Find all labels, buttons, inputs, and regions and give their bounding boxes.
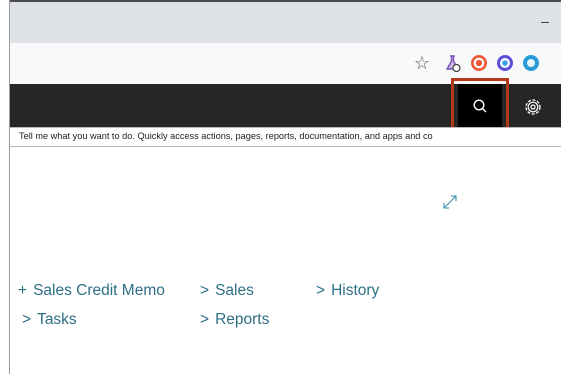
action-label: Sales Credit Memo: [33, 282, 165, 299]
action-label: Tasks: [37, 311, 77, 328]
action-label: Sales: [215, 282, 254, 299]
action-reports[interactable]: > Reports: [200, 311, 269, 329]
browser-titlebar: [10, 2, 561, 42]
search-hint-bar[interactable]: Tell me what you want to do. Quickly acc…: [10, 127, 561, 147]
swirl-extension-icon[interactable]: [496, 54, 514, 72]
target-extension-icon[interactable]: [470, 54, 488, 72]
blue-extension-icon[interactable]: [522, 54, 540, 72]
chevron-right-icon: >: [22, 311, 32, 328]
chevron-right-icon: >: [200, 282, 210, 299]
expand-icon[interactable]: [441, 193, 459, 211]
gear-icon: [525, 99, 541, 115]
search-highlight-box: [451, 78, 509, 132]
plus-icon: +: [18, 282, 28, 299]
search-hint-text: Tell me what you want to do. Quickly acc…: [19, 131, 433, 141]
star-icon[interactable]: ☆: [411, 52, 433, 74]
minimize-button[interactable]: –: [535, 12, 555, 32]
chevron-right-icon: >: [316, 282, 326, 299]
action-label: Reports: [215, 311, 270, 328]
flask-extension-icon[interactable]: [444, 54, 462, 72]
action-sales[interactable]: > Sales: [200, 282, 254, 300]
settings-button[interactable]: [518, 86, 550, 126]
chevron-right-icon: >: [200, 311, 210, 328]
action-sales-credit-memo[interactable]: + Sales Credit Memo: [18, 282, 165, 300]
action-label: History: [331, 282, 380, 299]
action-tasks[interactable]: > Tasks: [22, 311, 77, 329]
action-history[interactable]: > History: [316, 282, 379, 300]
